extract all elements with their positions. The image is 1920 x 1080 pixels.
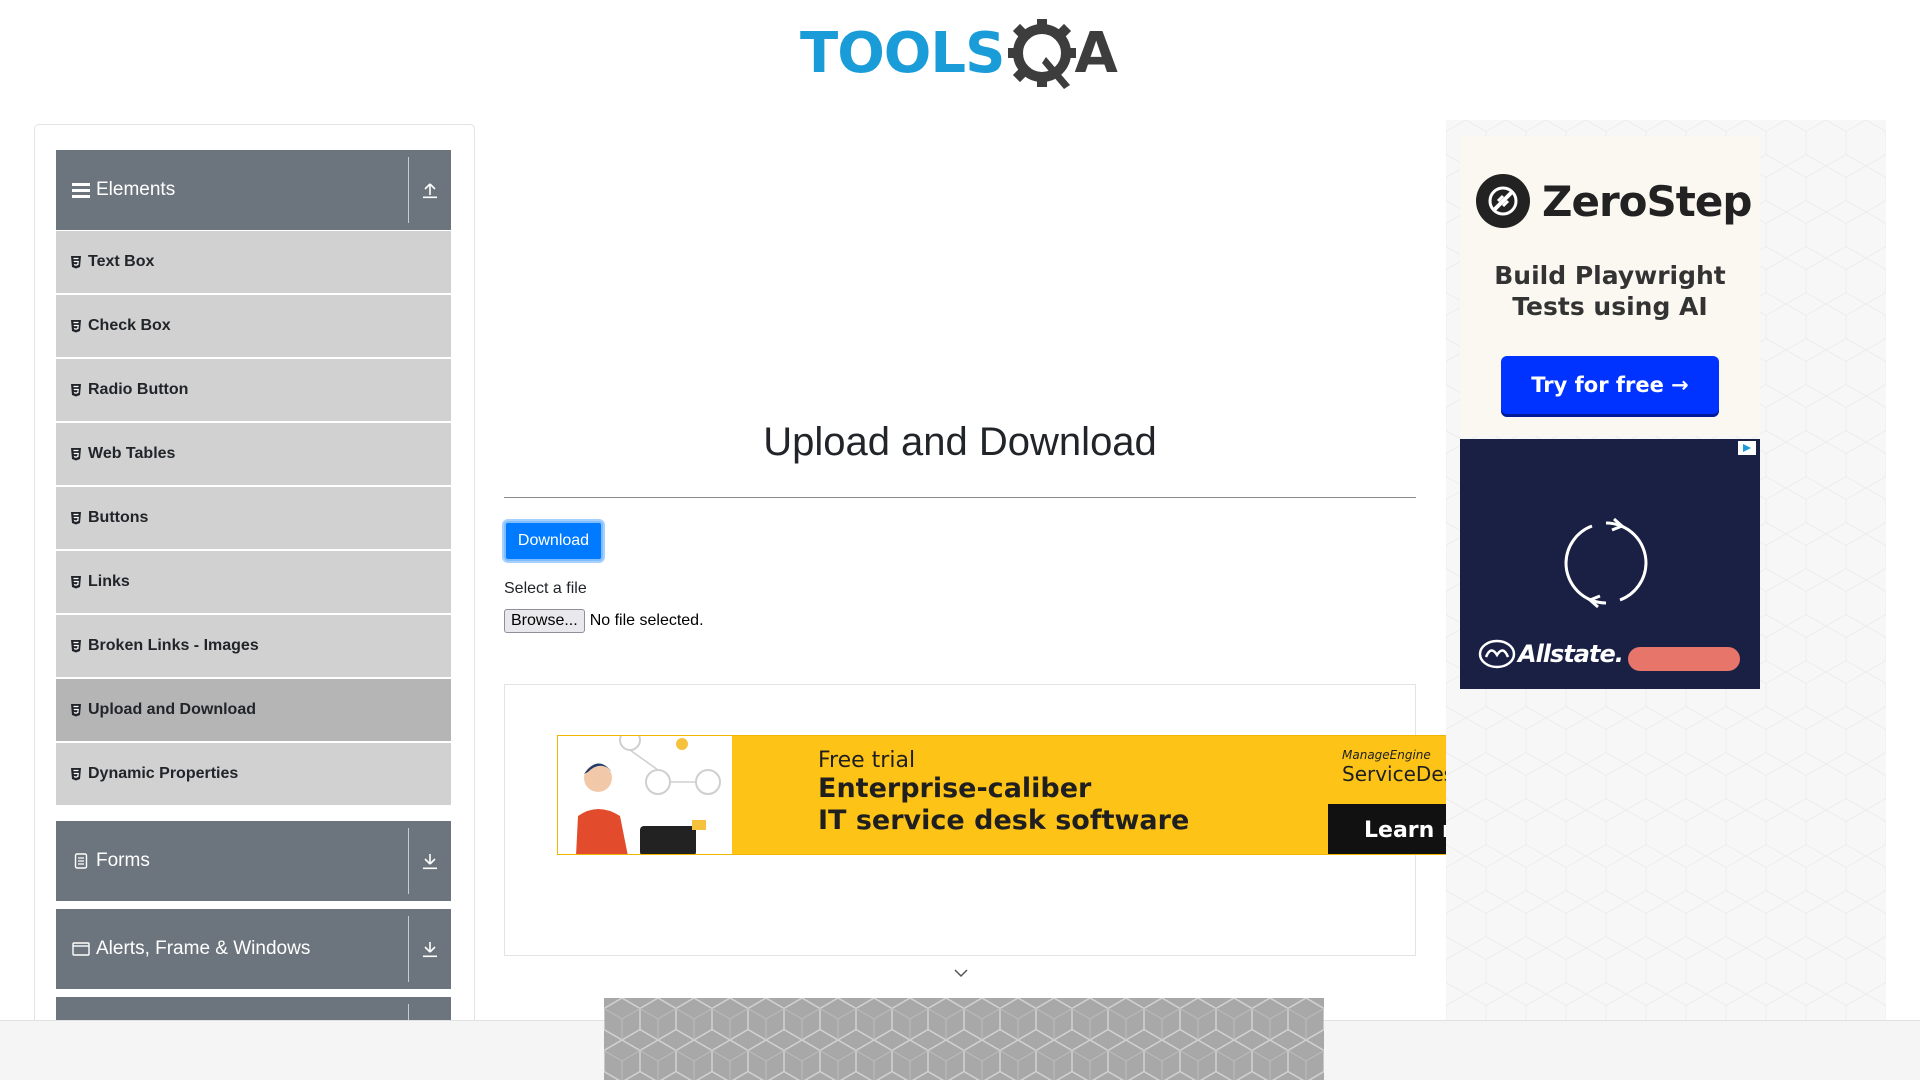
banner-brand-small: ManageEngine — [1342, 748, 1431, 762]
logo-text-a: A — [1074, 21, 1118, 86]
banner-illustration — [558, 736, 732, 854]
browse-button[interactable]: Browse... — [504, 609, 585, 633]
allstate-name: Allstate. — [1518, 640, 1624, 668]
right-ad-column: ZeroStep Build Playwright Tests using AI… — [1446, 120, 1886, 1040]
zerostep-ad[interactable]: ZeroStep Build Playwright Tests using AI… — [1460, 136, 1760, 436]
sidebar-group-forms[interactable]: Forms — [56, 821, 451, 901]
zerostep-tagline-1: Build Playwright — [1494, 261, 1726, 290]
sidebar-item-label: Text Box — [88, 253, 155, 270]
select-file-label: Select a file — [504, 580, 587, 597]
html5-icon — [70, 383, 82, 397]
sidebar-item-check-box[interactable]: Check Box — [56, 294, 451, 358]
html5-icon — [70, 639, 82, 653]
allstate-cta-button[interactable] — [1628, 647, 1740, 671]
html5-icon — [70, 511, 82, 525]
banner-cta-button[interactable]: Learn m — [1328, 804, 1446, 854]
sidebar-group-label: Alerts, Frame & Windows — [96, 938, 311, 959]
try-for-free-button[interactable]: Try for free → — [1501, 356, 1719, 414]
sidebar-item-label: Buttons — [88, 509, 149, 526]
banner-brand: ManageEngine ServiceDes — [1342, 748, 1447, 786]
sidebar-item-text-box[interactable]: Text Box — [56, 230, 451, 294]
html5-icon — [70, 447, 82, 461]
expand-down-icon[interactable] — [409, 821, 451, 901]
loading-spinner-icon — [1560, 517, 1652, 609]
file-input[interactable]: Browse... No file selected. — [504, 609, 704, 633]
menu-icon — [72, 181, 90, 199]
ad-choices-icon[interactable] — [1738, 441, 1756, 455]
window-icon — [72, 940, 90, 958]
logo-text-tools: TOOLS — [800, 21, 1005, 86]
banner-text: Free trial Enterprise-caliber IT service… — [818, 748, 1189, 837]
html5-icon — [70, 703, 82, 717]
toolsqa-logo[interactable]: TOOLS A — [800, 14, 1118, 94]
header: TOOLS A — [0, 0, 1920, 100]
expand-down-icon[interactable] — [409, 909, 451, 989]
sidebar-item-upload-download[interactable]: Upload and Download — [56, 678, 451, 742]
allstate-hands-icon — [1478, 639, 1516, 669]
banner-headline-2: IT service desk software — [818, 805, 1190, 836]
sidebar-item-label: Broken Links - Images — [88, 637, 259, 654]
sidebar: Elements Text Box Check Box Radio Button… — [34, 124, 475, 1044]
bottom-banner-ad[interactable] — [604, 998, 1324, 1080]
zerostep-logo: ZeroStep — [1476, 174, 1752, 228]
sidebar-item-buttons[interactable]: Buttons — [56, 486, 451, 550]
file-status: No file selected. — [589, 612, 704, 629]
zerostep-mark-icon — [1476, 174, 1530, 228]
chevron-down-icon[interactable] — [953, 966, 969, 978]
zerostep-tagline: Build Playwright Tests using AI — [1460, 260, 1760, 322]
logo-gear-q-icon: A — [1008, 17, 1118, 91]
sidebar-group-alerts[interactable]: Alerts, Frame & Windows — [56, 909, 451, 989]
servicedesk-banner-ad[interactable]: Free trial Enterprise-caliber IT service… — [557, 735, 1447, 855]
banner-brand-name: ServiceDes — [1342, 762, 1447, 786]
hex-pattern-background — [604, 998, 1324, 1080]
html5-icon — [70, 319, 82, 333]
ad-container: Free trial Enterprise-caliber IT service… — [504, 684, 1447, 956]
sidebar-group-elements[interactable]: Elements — [56, 150, 451, 230]
sidebar-item-broken-links[interactable]: Broken Links - Images — [56, 614, 451, 678]
allstate-logo: Allstate. — [1478, 639, 1624, 669]
divider — [504, 497, 1416, 498]
zerostep-tagline-2: Tests using AI — [1512, 292, 1708, 321]
page-title: Upload and Download — [763, 420, 1157, 464]
sidebar-item-label: Links — [88, 573, 130, 590]
sidebar-group-label: Forms — [96, 850, 150, 871]
banner-headline-1: Enterprise-caliber — [818, 773, 1092, 804]
sidebar-item-label: Radio Button — [88, 381, 189, 398]
sidebar-item-label: Web Tables — [88, 445, 176, 462]
collapse-up-icon[interactable] — [409, 150, 451, 230]
sidebar-item-label: Dynamic Properties — [88, 765, 239, 782]
sidebar-item-web-tables[interactable]: Web Tables — [56, 422, 451, 486]
banner-small-text: Free trial — [818, 748, 916, 773]
html5-icon — [70, 255, 82, 269]
html5-icon — [70, 767, 82, 781]
document-icon — [72, 852, 90, 870]
sidebar-item-radio-button[interactable]: Radio Button — [56, 358, 451, 422]
sidebar-item-links[interactable]: Links — [56, 550, 451, 614]
sidebar-item-label: Upload and Download — [88, 701, 256, 718]
html5-icon — [70, 575, 82, 589]
sidebar-item-label: Check Box — [88, 317, 171, 334]
sidebar-group-label: Elements — [96, 179, 176, 200]
allstate-ad[interactable]: Allstate. — [1460, 439, 1760, 689]
zerostep-name: ZeroStep — [1542, 176, 1752, 226]
sidebar-item-dynamic-properties[interactable]: Dynamic Properties — [56, 742, 451, 806]
download-button[interactable]: Download — [504, 521, 603, 561]
sidebar-menu-list: Text Box Check Box Radio Button Web Tabl… — [56, 230, 451, 806]
